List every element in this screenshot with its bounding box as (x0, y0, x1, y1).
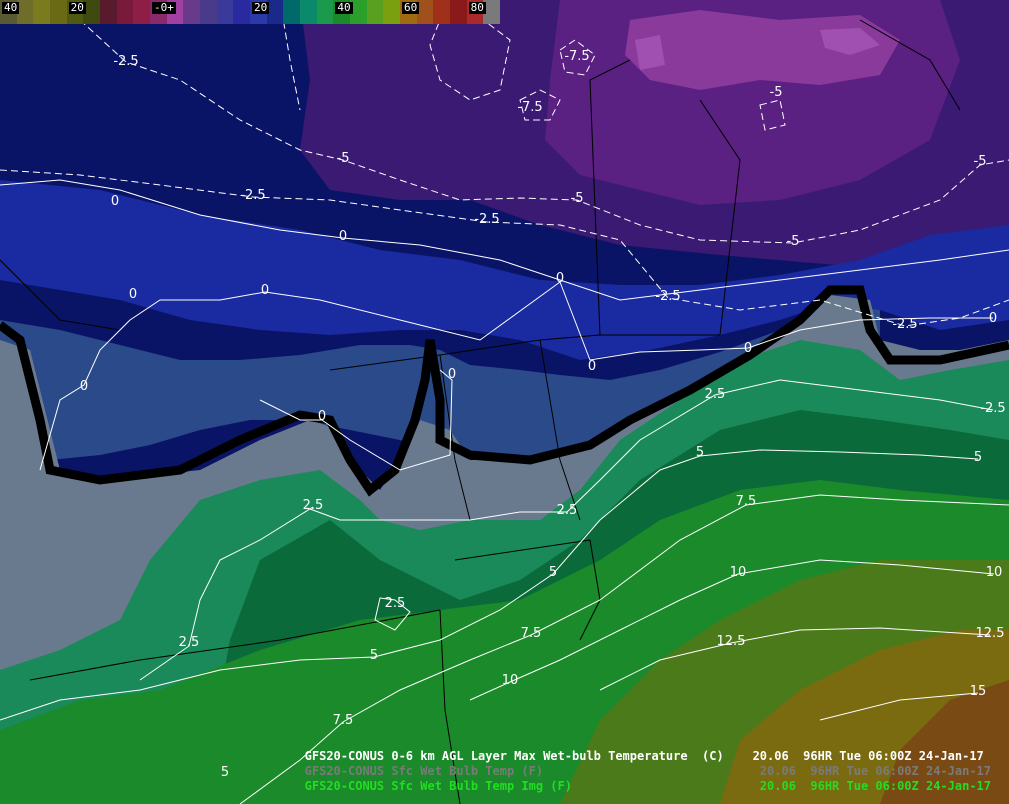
solid-contour-label: 0 (989, 311, 997, 326)
dashed-contour-label: -2.5 (474, 212, 499, 227)
dashed-contour-label: -2.5 (892, 317, 917, 332)
color-scale-swatch (283, 0, 301, 24)
color-scale-bar: 40 20 -0+ 20 40 60 80 (0, 0, 501, 24)
solid-contour-label: 0 (129, 287, 137, 302)
solid-contour-label: 15 (970, 684, 987, 699)
solid-contour-label: 2.5 (303, 498, 324, 513)
solid-contour-label: 7.5 (333, 713, 354, 728)
map-display[interactable]: 0 0 0 0 0 0 0 0 0 0 0 2.5 2.5 2.5 2.5 2.5 -2.5 5 5 5 5 5 7.5 7.… (0, 0, 1009, 804)
color-scale-swatch (350, 0, 367, 24)
product-legend: GFS20-CONUS 0-6 km AGL Layer Max Wet-bul… (305, 749, 991, 794)
solid-contour-label: 12.5 (717, 634, 746, 649)
color-scale-label: 40 (2, 1, 20, 14)
color-scale-label: -0+ (152, 1, 176, 14)
solid-contour-label: 0 (588, 359, 596, 374)
color-scale-swatch (200, 0, 217, 24)
dashed-contour-label: -7.5 (517, 100, 542, 115)
dashed-contour-label: -2.5 (240, 188, 265, 203)
dashed-contour-label: -5 (337, 151, 350, 166)
solid-contour-label: 2.5 (705, 387, 726, 402)
color-scale-swatch (233, 0, 251, 24)
dashed-contour-label: -5 (787, 234, 800, 249)
color-scale-swatch (300, 0, 317, 24)
wet-bulb-temperature-map[interactable]: 0 0 0 0 0 0 0 0 0 0 0 2.5 2.5 2.5 2.5 2.5 -2.5 5 5 5 5 5 7.5 7.… (0, 0, 1009, 804)
solid-contour-label: 7.5 (736, 494, 757, 509)
color-scale-label: 20 (68, 1, 86, 14)
solid-contour-label: 12.5 (976, 626, 1005, 641)
legend-line-wet-bulb-layer[interactable]: GFS20-CONUS 0-6 km AGL Layer Max Wet-bul… (305, 749, 991, 764)
solid-contour-label: 10 (986, 565, 1003, 580)
dashed-contour-label: -2.5 (655, 289, 680, 304)
color-scale-swatch (450, 0, 467, 24)
color-scale-swatch (366, 0, 384, 24)
color-scale-label: 40 (335, 1, 353, 14)
solid-contour-label: 0 (744, 341, 752, 356)
color-scale-swatch (33, 0, 51, 24)
legend-line-sfc-wet-bulb[interactable]: GFS20-CONUS Sfc Wet Bulb Temp (F) 20.06 … (305, 764, 991, 779)
solid-contour-label: 5 (549, 565, 557, 580)
solid-contour-label: 5 (221, 765, 229, 780)
solid-contour-label: 5 (974, 450, 982, 465)
color-scale-swatch (216, 0, 234, 24)
solid-contour-label: 10 (730, 565, 747, 580)
color-scale-swatch (416, 0, 434, 24)
dashed-contour-label: -5 (770, 85, 783, 100)
solid-contour-label: 2.5 (179, 635, 200, 650)
solid-contour-label: 0 (80, 379, 88, 394)
color-scale-swatch (266, 0, 284, 24)
solid-contour-label: -2.5 (980, 401, 1005, 416)
solid-contour-label: 5 (370, 648, 378, 663)
dashed-contour-label: -5 (571, 191, 584, 206)
solid-contour-label: 0 (318, 409, 326, 424)
solid-contour-label: 10 (502, 673, 519, 688)
dashed-contour-label: -7.5 (564, 49, 589, 64)
color-scale-swatch (383, 0, 401, 24)
color-scale-swatch (133, 0, 151, 24)
color-scale-label: 20 (252, 1, 270, 14)
solid-contour-label: 0 (448, 367, 456, 382)
solid-contour-label: 7.5 (521, 626, 542, 641)
color-scale-swatch (183, 0, 201, 24)
dashed-contour-label: -2.5 (113, 54, 138, 69)
color-scale-swatch (100, 0, 117, 24)
solid-contour-label: 2.5 (557, 503, 578, 518)
legend-line-sfc-wet-bulb-img[interactable]: GFS20-CONUS Sfc Wet Bulb Temp Img (F) 20… (305, 779, 991, 794)
solid-contour-label: 2.5 (385, 596, 406, 611)
color-scale-swatch (116, 0, 134, 24)
color-scale-label: 60 (402, 1, 420, 14)
solid-contour-label: 0 (339, 229, 347, 244)
color-scale-swatch (483, 0, 501, 24)
solid-contour-label: 0 (556, 271, 564, 286)
solid-contour-label: 0 (111, 194, 119, 209)
color-scale-swatch (433, 0, 451, 24)
color-scale-swatch (316, 0, 334, 24)
solid-contour-label: 5 (696, 445, 704, 460)
dashed-contour-label: -5 (974, 154, 987, 169)
color-scale-swatch (50, 0, 67, 24)
color-scale-label: 80 (468, 1, 486, 14)
solid-contour-label: 0 (261, 283, 269, 298)
